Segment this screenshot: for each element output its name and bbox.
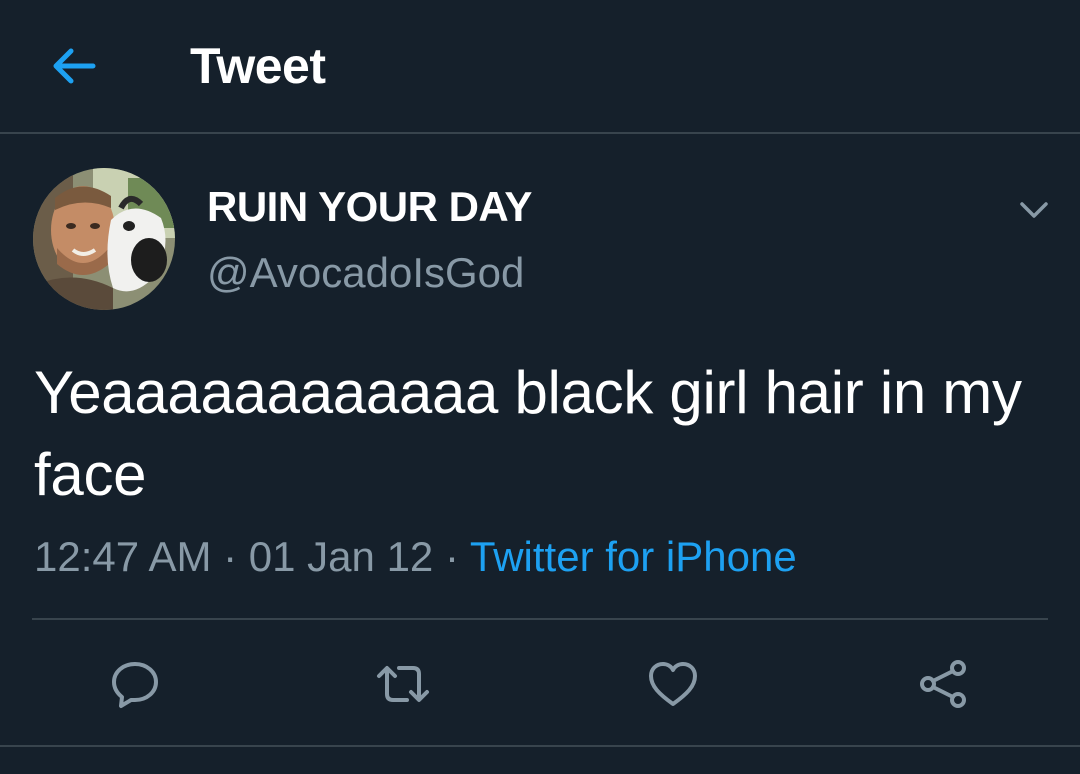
share-button[interactable] (913, 654, 973, 714)
avatar[interactable] (33, 168, 175, 310)
back-button[interactable] (48, 40, 100, 92)
chevron-down-icon (1020, 202, 1048, 218)
like-button[interactable] (643, 654, 703, 714)
retweet-icon (377, 666, 429, 702)
tweet-source-link[interactable]: Twitter for iPhone (470, 533, 797, 580)
page-title: Tweet (190, 38, 326, 94)
divider (0, 745, 1080, 747)
tweet-text: Yeaaaaaaaaaaaa black girl hair in my fac… (34, 359, 1022, 508)
tweet-metadata: 12:47 AM · 01 Jan 12 · Twitter for iPhon… (34, 532, 797, 582)
divider (32, 618, 1048, 620)
share-icon (920, 660, 966, 708)
reply-button[interactable] (105, 654, 165, 714)
top-bar: Tweet (0, 0, 1080, 134)
avatar-photo (33, 168, 175, 310)
tweet-options-button[interactable] (1014, 190, 1054, 230)
author-handle[interactable]: @AvocadoIsGod (207, 248, 524, 298)
arrow-left-icon (53, 48, 96, 84)
tweet-time: 12:47 AM (34, 533, 212, 580)
retweet-button[interactable] (373, 654, 433, 714)
heart-icon (649, 662, 697, 706)
author-display-name[interactable]: RUIN YOUR DAY (207, 182, 532, 232)
tweet-date: 01 Jan 12 (248, 533, 434, 580)
meta-separator: · (433, 533, 470, 580)
reply-icon (112, 662, 158, 708)
meta-separator: · (211, 533, 249, 580)
